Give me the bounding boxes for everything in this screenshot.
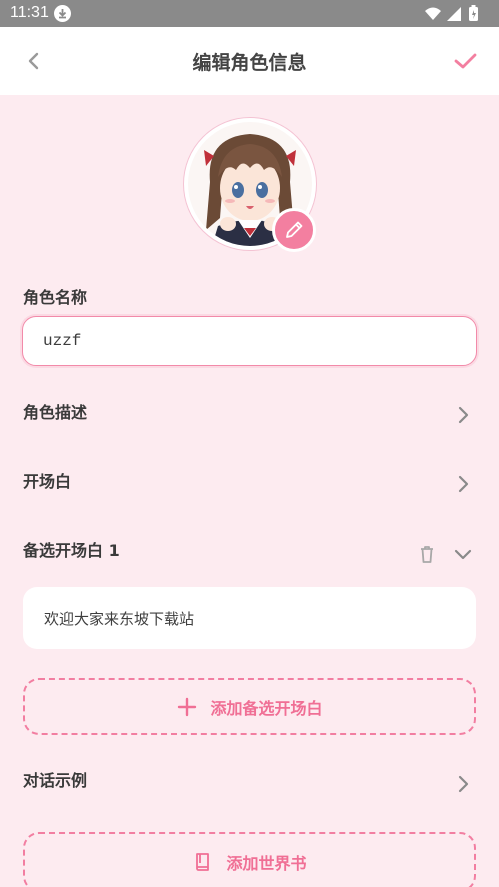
alt-opening-text-field[interactable]: 欢迎大家来东坡下载站 — [23, 587, 476, 649]
alt-opening-text: 欢迎大家来东坡下载站 — [44, 609, 195, 628]
chevron-right-icon — [458, 775, 469, 793]
collapse-alt-opening-button[interactable] — [452, 543, 474, 565]
signal-icon — [447, 7, 461, 21]
download-icon — [54, 5, 71, 22]
status-bar: 11:31 — [0, 0, 499, 27]
chevron-right-icon — [458, 406, 469, 424]
pencil-icon — [286, 221, 303, 238]
add-alt-opening-label: 添加备选开场白 — [210, 698, 323, 718]
dialog-example-label: 对话示例 — [23, 771, 88, 790]
name-label: 角色名称 — [23, 288, 88, 307]
opening-expand-button[interactable] — [453, 474, 473, 494]
book-icon — [196, 853, 210, 871]
delete-alt-opening-button[interactable] — [416, 543, 438, 565]
add-worldbook-label: 添加世界书 — [226, 854, 307, 873]
dialog-example-expand-button[interactable] — [453, 774, 473, 794]
page-title: 编辑角色信息 — [192, 52, 307, 74]
confirm-button[interactable] — [449, 45, 481, 77]
name-input[interactable] — [22, 316, 477, 366]
add-alt-opening-button[interactable]: 添加备选开场白 — [23, 678, 476, 735]
add-worldbook-button[interactable]: 添加世界书 — [23, 832, 476, 887]
status-time: 11:31 — [10, 4, 49, 21]
edit-avatar-button[interactable] — [272, 208, 316, 252]
check-icon — [454, 53, 477, 69]
description-expand-button[interactable] — [453, 405, 473, 425]
top-app-bar: 编辑角色信息 — [0, 27, 499, 95]
chevron-right-icon — [458, 475, 469, 493]
opening-label: 开场白 — [23, 472, 72, 491]
status-icons — [423, 5, 483, 23]
plus-icon — [178, 697, 197, 716]
description-label: 角色描述 — [23, 403, 88, 422]
wifi-icon — [425, 7, 441, 20]
alt-opening-label: 备选开场白 1 — [23, 541, 120, 560]
chevron-down-icon — [454, 549, 472, 560]
trash-icon — [421, 546, 433, 563]
avatar-container — [184, 118, 316, 252]
